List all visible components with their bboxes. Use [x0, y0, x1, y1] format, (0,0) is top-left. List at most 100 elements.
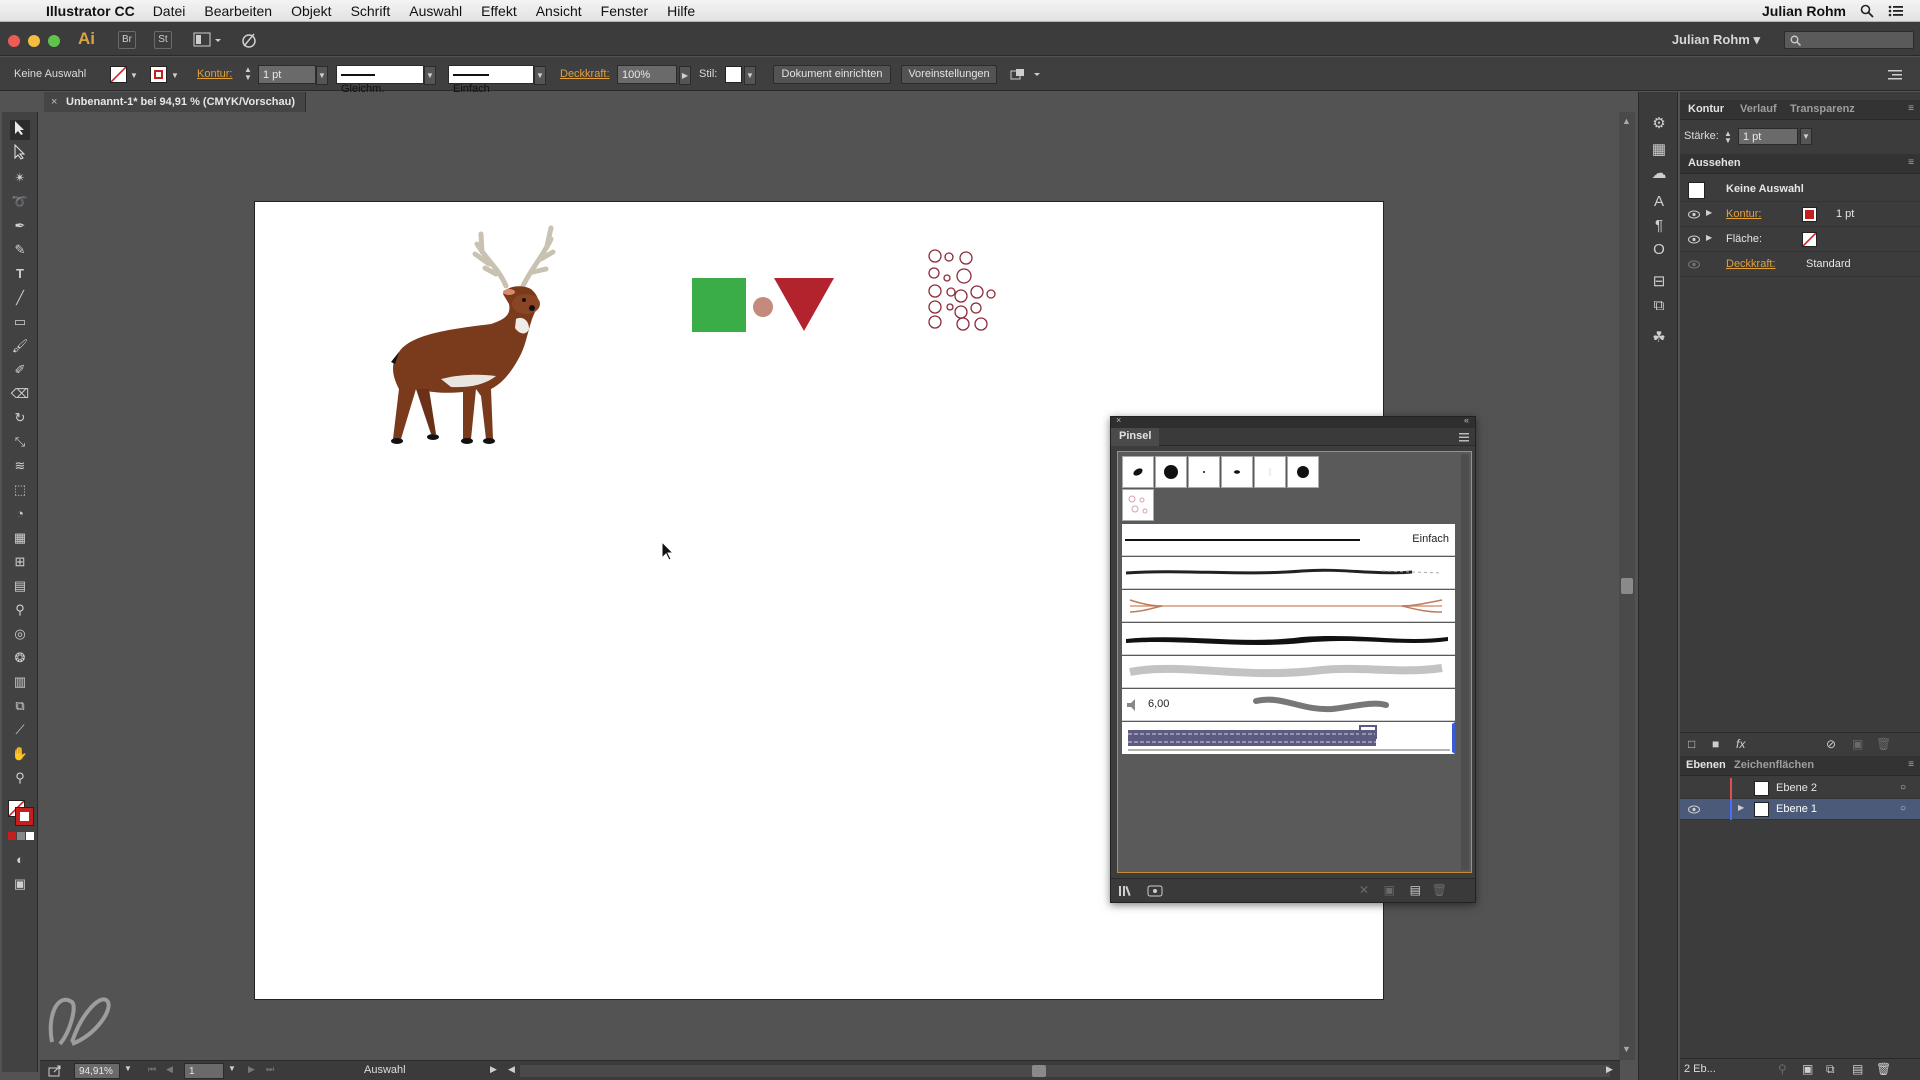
staerke-stepper[interactable]: ▲ ▼ — [1724, 130, 1732, 145]
vertical-scroll-thumb[interactable] — [1621, 578, 1633, 594]
locate-object-icon[interactable]: ⚲ — [1778, 1062, 1787, 1076]
eyedropper-tool-icon[interactable]: ⚲ — [10, 600, 30, 620]
close-document-icon[interactable]: × — [51, 92, 57, 112]
image-trace-panel-icon[interactable]: ☘ — [1649, 328, 1669, 348]
brush-panel-titlebar[interactable]: × « — [1111, 415, 1475, 428]
canvas-area[interactable]: × « Pinsel Einfach 6,00 ✕ ▣ ▤ 🗑 — [40, 112, 1620, 1060]
character-panel-icon[interactable]: A — [1649, 192, 1669, 212]
share-icon[interactable] — [48, 1065, 62, 1077]
brush-options-icon[interactable]: ▣ — [1384, 883, 1395, 897]
new-brush-icon[interactable]: ▤ — [1410, 883, 1421, 897]
preferences-button[interactable]: Voreinstellungen — [901, 65, 997, 84]
color-mode-buttons[interactable] — [8, 832, 34, 842]
bridge-button[interactable]: Br — [118, 31, 136, 49]
menu-objekt[interactable]: Objekt — [291, 3, 331, 19]
pen-tool-icon[interactable]: ✒ — [10, 216, 30, 236]
brush-calligraphic-1[interactable] — [1122, 456, 1154, 488]
stroke-indicator[interactable] — [15, 807, 34, 826]
zoom-level-field[interactable]: 94,91% — [74, 1063, 120, 1079]
selection-tool-icon[interactable] — [10, 120, 30, 140]
stroke-swatch[interactable] — [150, 66, 167, 83]
fill-stroke-controls[interactable] — [6, 798, 34, 826]
notification-list-icon[interactable] — [1888, 4, 1904, 18]
rotate-tool-icon[interactable]: ↻ — [10, 408, 30, 428]
expand-flaeche-icon[interactable]: ▶ — [1706, 233, 1712, 242]
stroke-panel-menu-icon[interactable]: ≡ — [1908, 103, 1914, 114]
horizontal-scroll-track[interactable] — [520, 1065, 1610, 1077]
color-button[interactable] — [8, 832, 16, 840]
stroke-weight-stepper[interactable]: ▲ ▼ — [244, 66, 252, 82]
scroll-left-icon[interactable]: ◀ — [508, 1064, 515, 1075]
layer-row-ebene-2[interactable]: Ebene 2 ○ — [1680, 778, 1920, 799]
zoom-window-button[interactable] — [48, 35, 60, 47]
stroke-weight-field[interactable]: 1 pt — [258, 65, 316, 84]
brush-arrow[interactable] — [1122, 590, 1455, 622]
brush-calligraphic-4[interactable] — [1221, 456, 1253, 488]
menubar-user[interactable]: Julian Rohm — [1762, 3, 1846, 19]
add-new-fill-icon[interactable]: ■ — [1712, 737, 1719, 751]
create-new-layer-icon[interactable]: ▤ — [1852, 1062, 1863, 1076]
delete-brush-icon[interactable]: 🗑 — [1432, 883, 1447, 897]
status-mode-label[interactable]: Auswahl — [364, 1064, 406, 1076]
tab-pinsel[interactable]: Pinsel — [1111, 428, 1160, 446]
gradient-button[interactable] — [17, 832, 25, 840]
align-panel-icon[interactable]: ⊟ — [1649, 272, 1669, 292]
hand-tool-icon[interactable]: ✋ — [10, 744, 30, 764]
visibility-eye-icon[interactable] — [1688, 260, 1700, 269]
brush-calligraphic-3[interactable] — [1188, 456, 1220, 488]
paragraph-panel-icon[interactable]: ¶ — [1649, 216, 1669, 236]
app-menu[interactable]: Illustrator CC — [46, 3, 135, 19]
layer-row-ebene-1[interactable]: ▶ Ebene 1 ○ — [1680, 799, 1920, 820]
create-sublayer-icon[interactable]: ⧉ — [1826, 1062, 1835, 1077]
brush-pattern[interactable] — [1122, 722, 1455, 754]
lasso-tool-icon[interactable]: ➰ — [10, 192, 30, 212]
collapse-panel-icon[interactable]: « — [1464, 415, 1469, 425]
mesh-tool-icon[interactable]: ⊞ — [10, 552, 30, 572]
brush-einfach[interactable]: Einfach — [1122, 524, 1455, 556]
brush-library-list[interactable]: Einfach 6,00 — [1117, 451, 1472, 873]
document-setup-button[interactable]: Dokument einrichten — [773, 65, 891, 84]
artboard-number-field[interactable]: 1 — [184, 1063, 224, 1079]
menu-bearbeiten[interactable]: Bearbeiten — [204, 3, 272, 19]
menu-ansicht[interactable]: Ansicht — [536, 3, 582, 19]
close-window-button[interactable] — [8, 35, 20, 47]
slice-tool-icon[interactable]: ⟋ — [10, 720, 30, 740]
appearance-kontur-label[interactable]: Kontur: — [1726, 208, 1761, 220]
direct-selection-tool-icon[interactable] — [10, 143, 30, 164]
layer-target-icon[interactable]: ○ — [1900, 782, 1906, 793]
close-panel-icon[interactable]: × — [1116, 415, 1121, 425]
perspective-grid-tool-icon[interactable]: ▦ — [10, 528, 30, 548]
eraser-tool-icon[interactable]: ⌫ — [10, 384, 30, 404]
curvature-tool-icon[interactable]: ✎ — [10, 240, 30, 260]
add-new-stroke-icon[interactable]: □ — [1688, 737, 1695, 751]
brush-scatter-1[interactable] — [1122, 489, 1154, 521]
opentype-panel-icon[interactable]: O — [1649, 240, 1669, 260]
visibility-eye-icon[interactable] — [1688, 210, 1700, 219]
opacity-field[interactable]: 100% — [617, 65, 677, 84]
brush-charcoal[interactable] — [1122, 557, 1455, 589]
expand-kontur-icon[interactable]: ▶ — [1706, 208, 1712, 217]
scattered-circles-shape[interactable] — [925, 248, 1015, 338]
swatches-panel-icon[interactable]: ▦ — [1649, 140, 1669, 160]
layer-name[interactable]: Ebene 1 — [1776, 803, 1817, 815]
fill-swatch[interactable] — [110, 66, 127, 83]
tab-verlauf[interactable]: Verlauf — [1740, 103, 1777, 115]
symbol-sprayer-tool-icon[interactable]: ❂ — [10, 648, 30, 668]
add-effect-icon[interactable]: fx — [1736, 737, 1745, 751]
free-transform-tool-icon[interactable]: ⬚ — [10, 480, 30, 500]
green-square-shape[interactable] — [692, 278, 746, 332]
delete-item-icon[interactable]: 🗑 — [1876, 737, 1891, 751]
help-search-input[interactable] — [1784, 31, 1914, 49]
pathfinder-panel-icon[interactable]: ⧉ — [1649, 296, 1669, 316]
brush-bristle[interactable]: 6,00 — [1122, 689, 1455, 721]
brush-watercolor[interactable] — [1122, 656, 1455, 688]
last-artboard-icon[interactable]: ⏭ — [266, 1064, 274, 1075]
zoom-dropdown-icon[interactable]: ▼ — [124, 1064, 132, 1073]
scroll-up-icon[interactable]: ▲ — [1622, 116, 1631, 126]
artboard-tool-icon[interactable]: ⧉ — [10, 696, 30, 716]
arrange-documents-icon[interactable] — [193, 31, 223, 49]
deckkraft-label[interactable]: Deckkraft: — [560, 68, 610, 80]
zoom-tool-icon[interactable]: ⚲ — [10, 768, 30, 788]
paintbrush-tool-icon[interactable]: 🖌 — [10, 336, 30, 356]
layer-target-icon[interactable]: ○ — [1900, 803, 1906, 814]
